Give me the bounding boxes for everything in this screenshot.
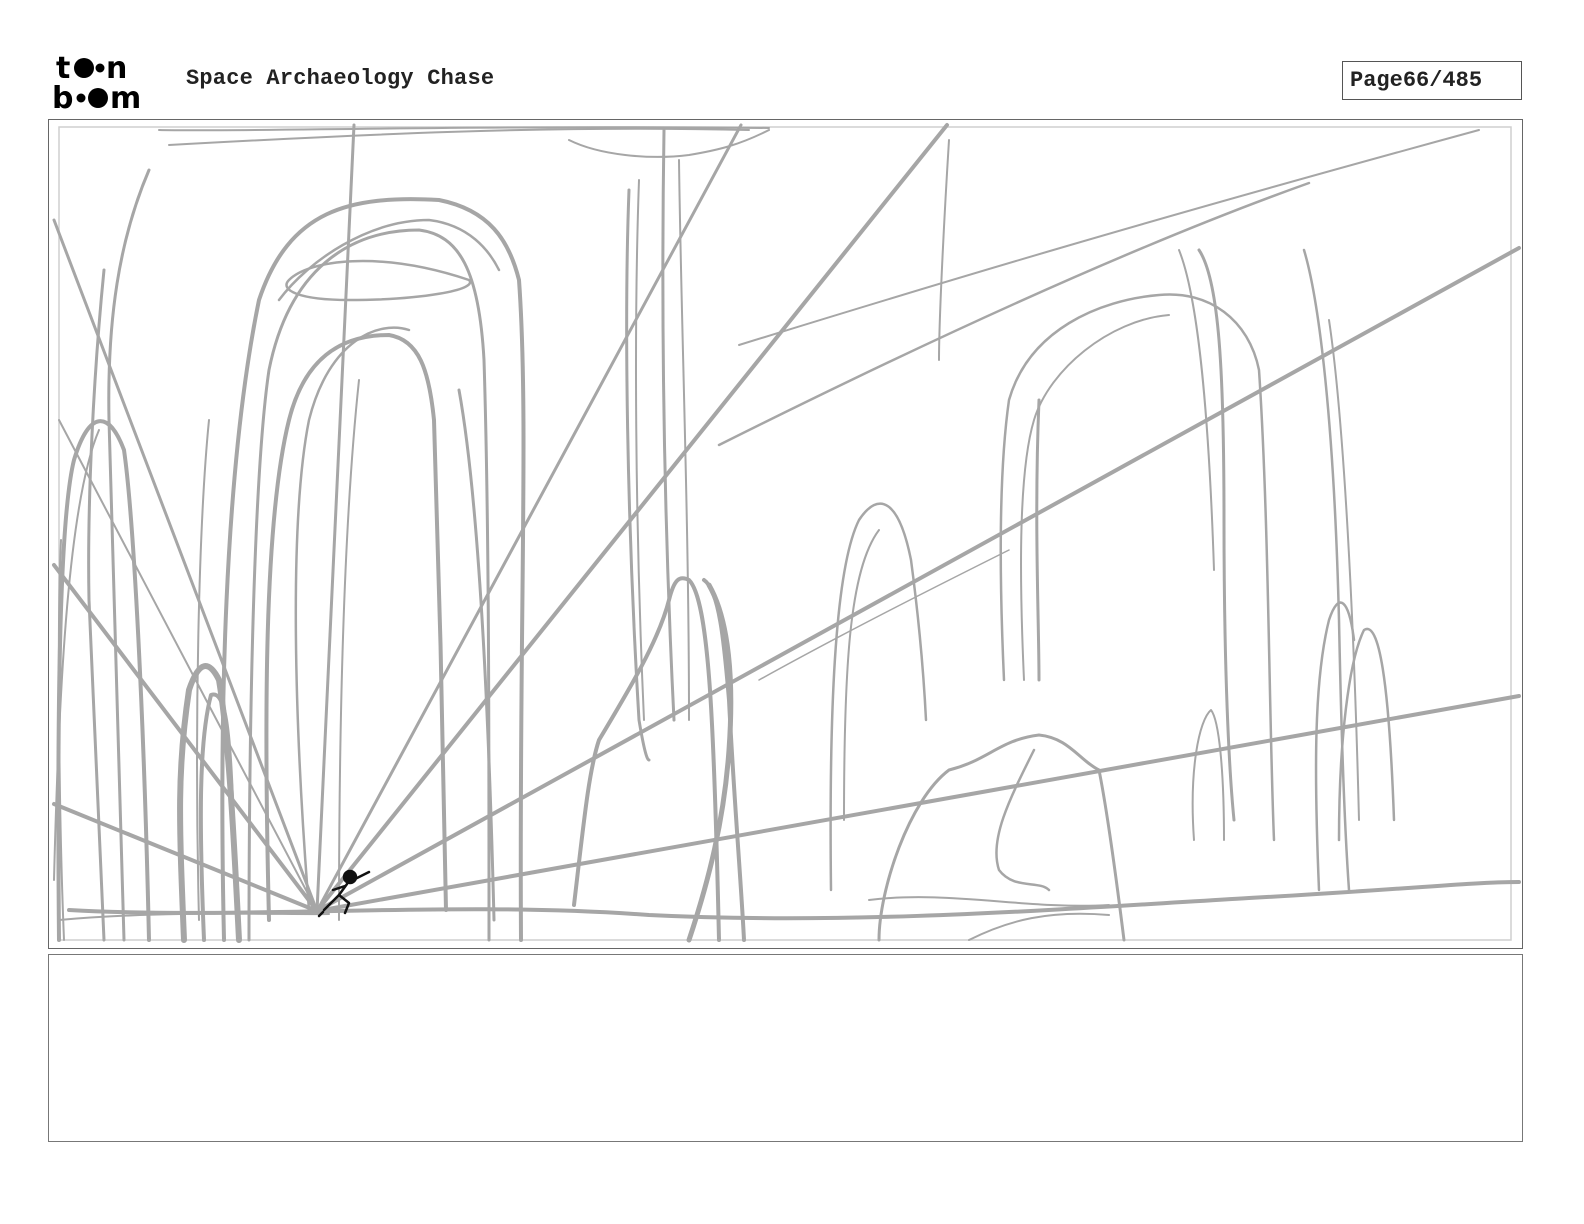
project-title: Space Archaeology Chase <box>186 66 495 91</box>
panel-sketch <box>52 123 1521 943</box>
toon-boom-logo: t n b m <box>52 51 141 112</box>
page-number: 66/485 <box>1402 68 1483 93</box>
background-sketch-lines <box>52 123 1521 943</box>
storyboard-panel <box>48 119 1523 949</box>
page-label: Page <box>1350 68 1403 93</box>
panel-notes-box <box>48 954 1523 1142</box>
svg-text:b: b <box>52 81 73 112</box>
page-header: t n b m Space Archaeology Chase Page 66/… <box>0 0 1584 118</box>
page-indicator: Page 66/485 <box>1342 61 1522 100</box>
safe-area-frame <box>58 126 1512 941</box>
svg-text:m: m <box>110 81 141 112</box>
